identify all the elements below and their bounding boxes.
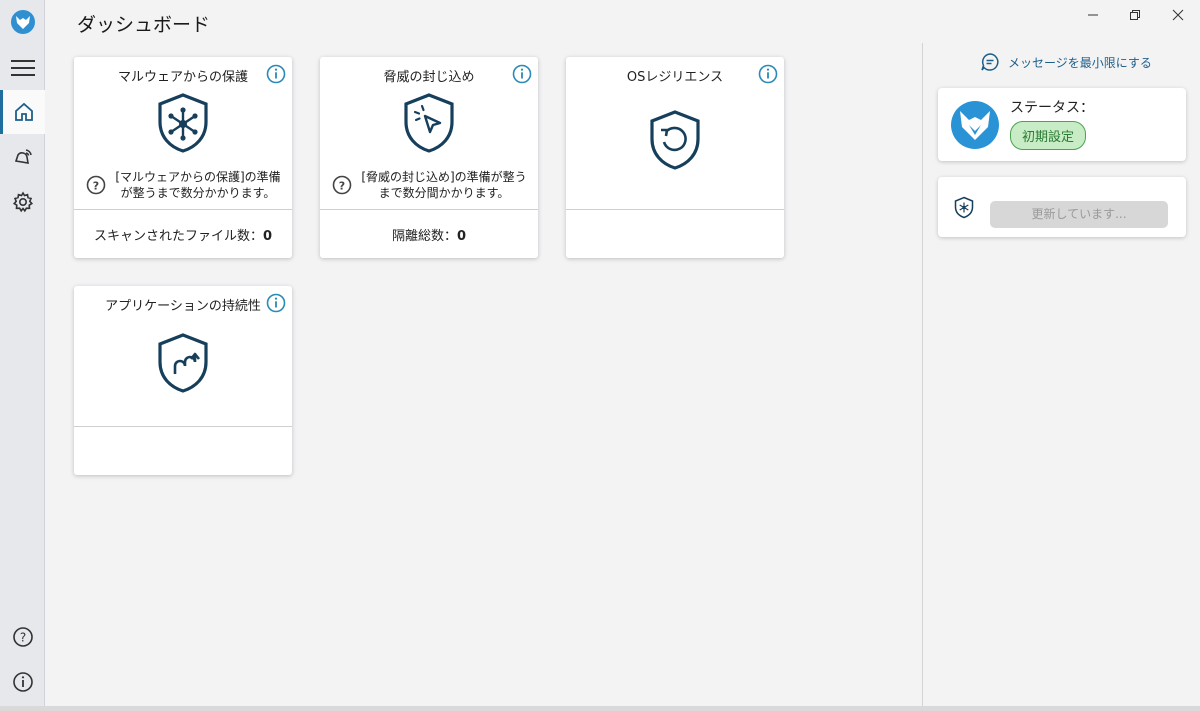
help-icon[interactable]: ? — [0, 615, 45, 659]
divider — [74, 426, 292, 427]
card-title: 脅威の封じ込め — [383, 70, 475, 85]
bottom-strip — [0, 706, 1200, 711]
message-line: [脅威の封じ込め]の準備が整う — [361, 170, 527, 184]
hamburger-menu-icon[interactable] — [0, 46, 45, 90]
svg-text:?: ? — [19, 631, 25, 645]
minimize-messages-label: メッセージを最小限にする — [1008, 55, 1152, 70]
fox-avatar-icon — [951, 101, 999, 149]
svg-text:?: ? — [93, 179, 99, 192]
shield-loop-icon — [158, 333, 208, 393]
divider — [74, 209, 292, 210]
page-title: ダッシュボード — [77, 14, 211, 36]
shield-network-icon — [158, 93, 208, 153]
update-button[interactable]: 更新しています... — [990, 201, 1168, 228]
status-panel: ステータス： 初期設定 — [938, 88, 1186, 161]
status-badge: 初期設定 — [1010, 121, 1087, 150]
info-icon[interactable] — [512, 64, 532, 84]
footer-label: スキャンされたファイル数： — [93, 229, 263, 244]
footer-value: 0 — [262, 229, 273, 244]
card-message: ? [脅威の封じ込め]の準備が整う まで数分間かかります。 — [332, 169, 528, 201]
svg-text:?: ? — [339, 179, 345, 192]
alerts-icon[interactable] — [0, 135, 45, 179]
status-label: ステータス： — [1010, 100, 1094, 116]
fox-logo-icon — [0, 0, 45, 44]
card-message: ? [マルウェアからの保護]の準備 が整うまで数分かかります。 — [86, 169, 282, 201]
shield-network-icon — [954, 196, 974, 219]
panel-divider — [922, 43, 923, 706]
footer-label: 隔離総数： — [391, 229, 457, 244]
close-icon[interactable] — [1167, 4, 1189, 26]
minimize-icon[interactable] — [1082, 4, 1104, 26]
divider — [320, 209, 538, 210]
message-line: が整うまで数分かかります。 — [120, 186, 276, 200]
minimize-messages-link[interactable]: メッセージを最小限にする — [980, 52, 1152, 72]
info-icon[interactable] — [266, 293, 286, 313]
shield-restore-icon — [650, 110, 700, 170]
info-icon[interactable] — [0, 660, 45, 704]
question-icon: ? — [86, 175, 106, 195]
divider — [566, 209, 784, 210]
shield-cursor-icon — [404, 93, 454, 153]
info-icon[interactable] — [758, 64, 778, 84]
card-title: マルウェアからの保護 — [117, 70, 248, 85]
update-panel: 更新しています... — [938, 177, 1186, 237]
message-line: [マルウェアからの保護]の準備 — [115, 170, 281, 184]
threat-containment-card[interactable]: 脅威の封じ込め ? [脅威の封じ込め]の準備が整う まで数分間かかります。 隔離… — [320, 57, 538, 258]
sidebar: ? — [0, 0, 45, 706]
footer-value: 0 — [456, 229, 467, 244]
application-persistence-card[interactable]: アプリケーションの持続性 — [74, 286, 292, 475]
question-icon: ? — [332, 175, 352, 195]
card-title: OSレジリエンス — [626, 70, 724, 85]
info-icon[interactable] — [266, 64, 286, 84]
message-line: まで数分間かかります。 — [378, 186, 510, 200]
malware-protection-card[interactable]: マルウェアからの保護 ? [マルウェアからの保護]の準備 が整うまで数分かかりま… — [74, 57, 292, 258]
home-icon[interactable] — [0, 90, 45, 134]
quarantine-total: 隔離総数：0 — [320, 225, 538, 244]
scanned-files-count: スキャンされたファイル数：0 — [74, 225, 292, 244]
card-title: アプリケーションの持続性 — [105, 299, 261, 314]
gear-icon[interactable] — [0, 180, 45, 224]
restore-icon[interactable] — [1124, 4, 1146, 26]
os-resilience-card[interactable]: OSレジリエンス — [566, 57, 784, 258]
chat-bubble-icon — [981, 53, 999, 71]
